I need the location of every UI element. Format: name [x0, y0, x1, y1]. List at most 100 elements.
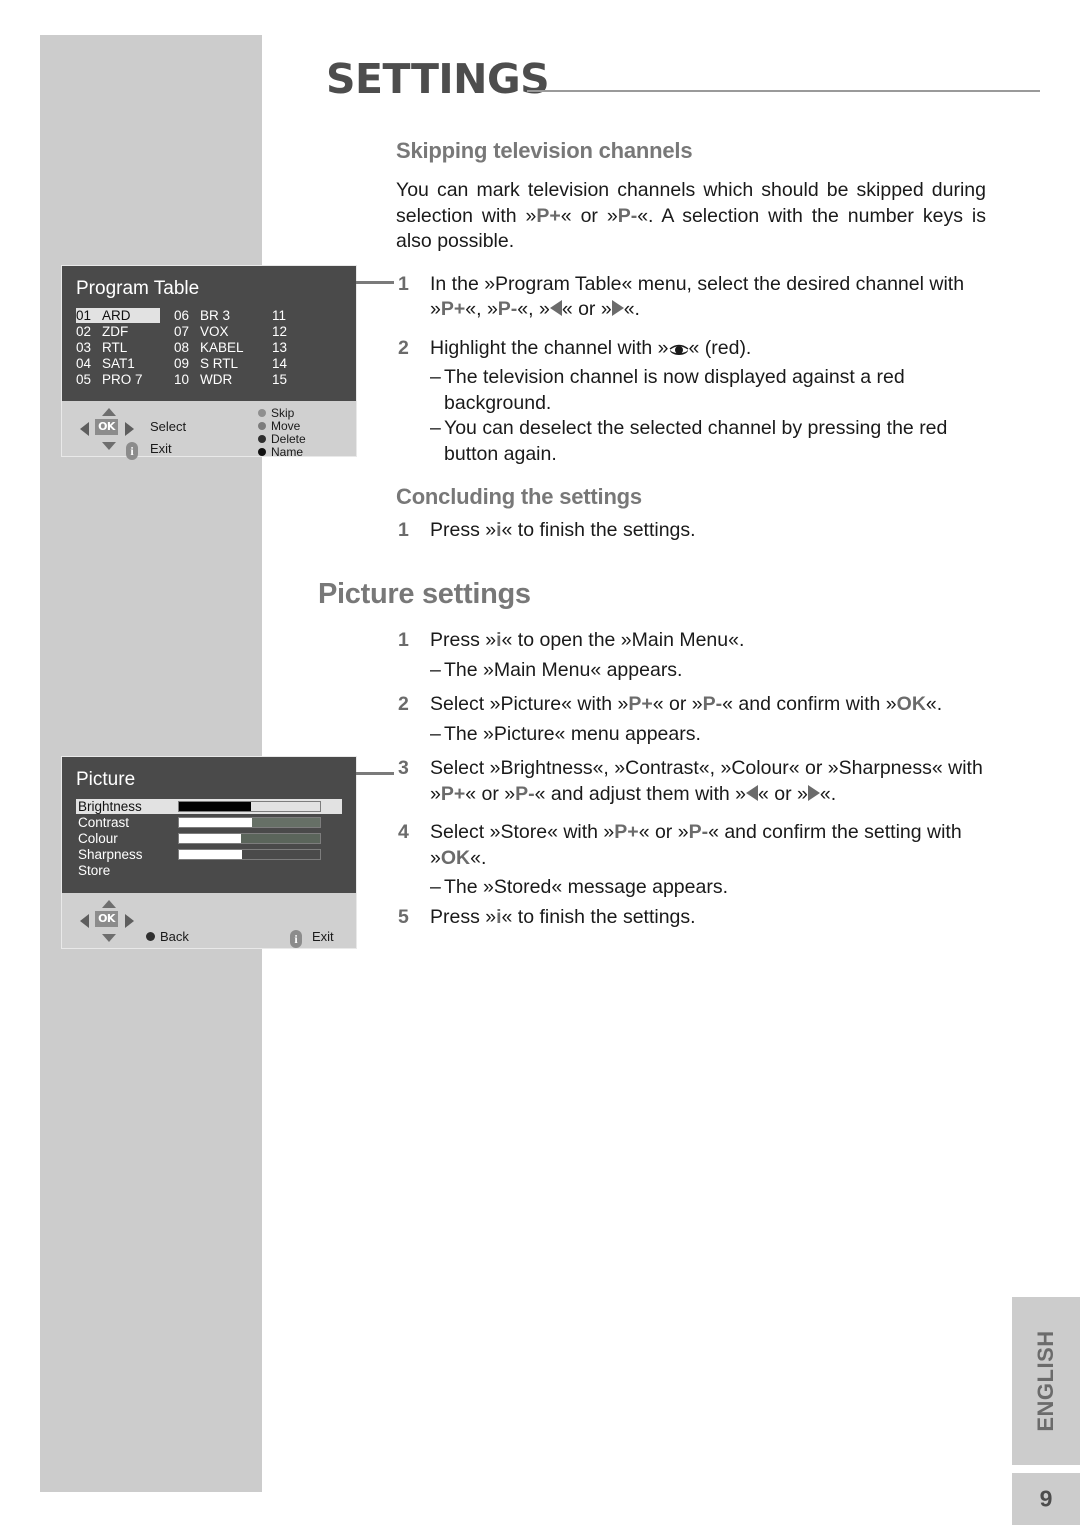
step-number: 1	[398, 519, 409, 541]
step-number: 3	[398, 757, 409, 779]
step-picture-2-note: – The »Picture« menu appears.	[430, 722, 701, 745]
picture-menu-item[interactable]: Store	[76, 863, 342, 878]
picture-menu-item[interactable]: Sharpness	[76, 847, 342, 862]
colour-button[interactable]: Move	[258, 419, 300, 433]
info-icon[interactable]: i	[126, 439, 138, 460]
program-table-row[interactable]: 14	[272, 356, 342, 371]
step-line-1: In the »Program Table« menu, select the …	[430, 272, 965, 295]
picture-item-slider[interactable]	[178, 849, 321, 860]
program-table-row[interactable]: 10 WDR	[174, 372, 272, 387]
slider-fill	[179, 834, 242, 843]
arrow-right-icon[interactable]	[125, 422, 134, 436]
picture-menu-item[interactable]: Colour	[76, 831, 342, 846]
program-table-row[interactable]: 05 PRO 7	[76, 372, 174, 387]
channel-number: 07	[174, 324, 190, 339]
step-number: 5	[398, 905, 409, 928]
key-ok: OK	[440, 846, 471, 869]
picture-item-slider[interactable]	[178, 817, 321, 828]
ok-button[interactable]: OK	[95, 419, 118, 435]
step-number: 1	[398, 272, 409, 295]
channel-number: 01	[76, 308, 92, 323]
channel-number: 11	[272, 308, 287, 323]
intro-text-b: « or »	[560, 204, 618, 227]
back-button[interactable]: Back	[146, 929, 189, 944]
picture-item-label: Colour	[78, 831, 118, 846]
ok-button[interactable]: OK	[95, 911, 118, 927]
channel-number: 12	[272, 324, 288, 339]
colour-button[interactable]: Skip	[258, 406, 294, 420]
channel-number: 04	[76, 356, 92, 371]
picture-menu-body: Picture Brightness Contrast Colour Sharpnes…	[62, 757, 356, 893]
colour-button[interactable]: Delete	[258, 432, 306, 446]
picture-item-slider[interactable]	[178, 801, 321, 812]
arrow-down-icon[interactable]	[102, 934, 116, 942]
program-table-row[interactable]: 03 RTL	[76, 340, 174, 355]
exit-label: Exit	[150, 441, 172, 456]
program-table-row[interactable]: 01 ARD	[76, 308, 160, 323]
step-picture-2: 2 Select »Picture« with »P+« or »P-« and…	[396, 692, 986, 718]
program-table-row[interactable]: 09 S RTL	[174, 356, 272, 371]
arrow-left-icon	[746, 784, 759, 801]
program-table-row[interactable]: 15	[272, 372, 342, 387]
step-picture-1-note: – The »Main Menu« appears.	[430, 658, 683, 681]
exit-icon[interactable]: i	[290, 927, 302, 948]
arrow-up-icon[interactable]	[102, 408, 116, 416]
section-skipping-television-channels: Skipping television channels You can mar…	[396, 138, 986, 467]
program-table-row[interactable]: 02 ZDF	[76, 324, 174, 339]
program-table-row[interactable]: 12	[272, 324, 342, 339]
arrow-left-icon[interactable]	[80, 914, 89, 928]
select-label: Select	[150, 419, 187, 434]
program-table-row[interactable]: 06 BR 3	[174, 308, 272, 323]
picture-item-label: Sharpness	[78, 847, 143, 862]
channel-number: 15	[272, 372, 288, 387]
picture-menu-item[interactable]: Contrast	[76, 815, 342, 830]
step-picture-4: 4 Select »Store« with »P+« or »P-« and c…	[396, 820, 986, 871]
program-table-title: Program Table	[76, 278, 200, 299]
eye-icon	[669, 338, 689, 355]
step-line-2: »P+«, »P-«, » « or » «.	[430, 298, 640, 320]
step-skip-2: 2 Highlight the channel with » « (red).	[396, 336, 986, 362]
step-line-1: Highlight the channel with » « (red).	[430, 336, 752, 359]
section-concluding-the-settings: Concluding the settings 1 Press »i« to f…	[396, 484, 986, 548]
arrow-up-icon[interactable]	[102, 900, 116, 908]
step-concluding-1: 1 Press »i« to finish the settings.	[396, 518, 986, 544]
step-skip-1: 1 In the »Program Table« menu, select th…	[396, 272, 986, 323]
arrow-right-icon[interactable]	[125, 914, 134, 928]
channel-name: ZDF	[102, 324, 129, 339]
nav-cluster[interactable]: OK	[80, 900, 134, 942]
program-table-row[interactable]: 08 KABEL	[174, 340, 272, 355]
page-title: SETTINGS	[326, 55, 550, 103]
channel-number: 14	[272, 356, 288, 371]
step-line-2: »P+« or »P-« and adjust them with » « or …	[430, 782, 837, 805]
arrow-right-icon	[611, 300, 624, 316]
colour-bullet-icon	[258, 409, 266, 417]
program-table-row[interactable]: 07 VOX	[174, 324, 272, 339]
key-p-plus: P+	[440, 782, 466, 805]
key-p-minus: P-	[515, 782, 535, 805]
program-table-row[interactable]: 11	[272, 308, 342, 323]
channel-number: 13	[272, 340, 288, 355]
step-picture-1: 1 Press »i« to open the »Main Menu«.	[396, 628, 986, 654]
channel-name: BR 3	[200, 308, 231, 323]
arrow-down-icon[interactable]	[102, 442, 116, 450]
program-table-row[interactable]: 04 SAT1	[76, 356, 174, 371]
program-table-row[interactable]: 13	[272, 340, 342, 355]
program-table-grid: 01 ARD 06 BR 3 11 02 ZDF 07 VOX 12 03 RTL 08 KABEL 13 0…	[76, 308, 342, 387]
picture-menu-item[interactable]: Brightness	[76, 799, 342, 814]
arrow-left-icon[interactable]	[80, 422, 89, 436]
screenshot-program-table: Program Table 01 ARD 06 BR 3 11 02 ZDF 07 VOX 12 0…	[62, 266, 356, 460]
key-ok: OK	[896, 693, 926, 715]
arrow-left-icon	[549, 300, 562, 316]
slider-fill	[179, 850, 243, 859]
paragraph-skipping-intro: You can mark television channels which s…	[396, 178, 986, 255]
channel-number: 08	[174, 340, 190, 355]
colour-button[interactable]: Name	[258, 445, 303, 459]
exit-label: Exit	[312, 929, 334, 944]
language-label: ENGLISH	[1033, 1330, 1058, 1432]
picture-item-slider[interactable]	[178, 833, 321, 844]
colour-button-label: Name	[271, 445, 304, 459]
heading-skipping-television-channels: Skipping television channels	[396, 138, 693, 163]
screenshot-picture-menu: Picture Brightness Contrast Colour Sharpnes…	[62, 757, 356, 948]
step-line-1: Press »i« to finish the settings.	[430, 519, 696, 541]
section-picture-settings: Picture settings	[318, 578, 986, 625]
